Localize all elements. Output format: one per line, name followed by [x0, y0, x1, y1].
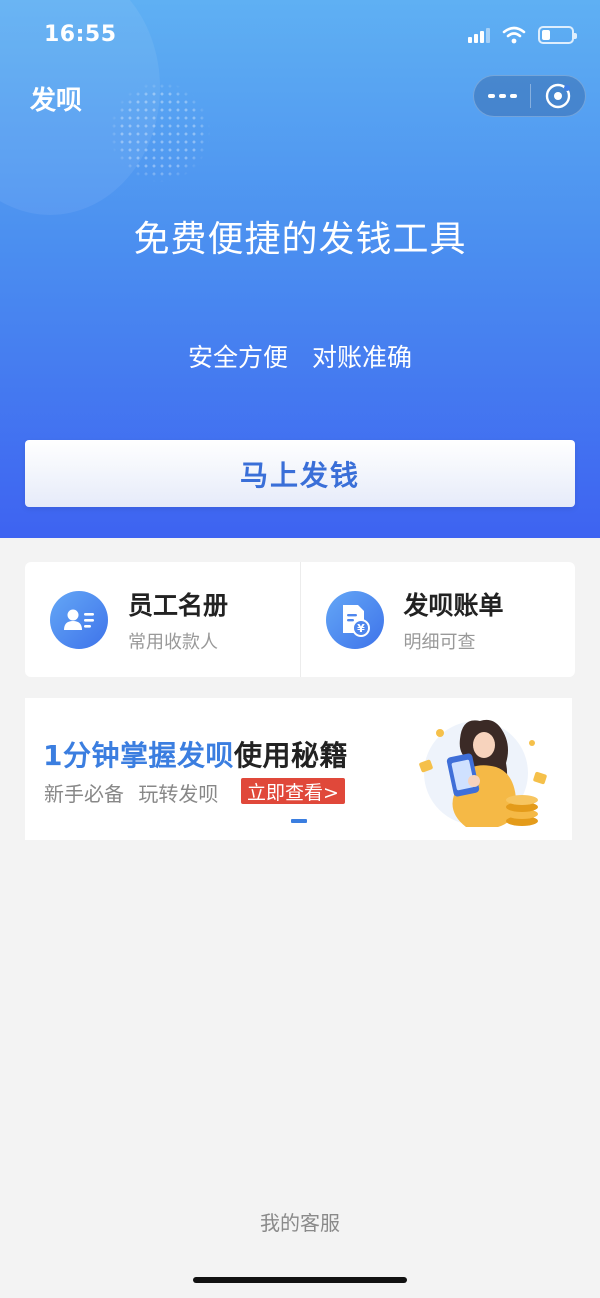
- hero-banner: 16:55 发呗 免费便捷的发钱工具 安全方便 对账准确 马上发钱: [0, 0, 600, 538]
- wifi-icon: [502, 26, 526, 44]
- feature-card: 员工名册 常用收款人 ¥ 发呗账单 明细可查: [25, 562, 575, 677]
- feature-title: 员工名册: [128, 590, 229, 620]
- feature-desc: 明细可查: [403, 631, 476, 653]
- miniprogram-capsule: [473, 75, 586, 117]
- hero-subtitle: 安全方便 对账准确: [188, 343, 412, 372]
- close-miniprogram-icon[interactable]: [531, 76, 585, 116]
- status-time: 16:55: [44, 22, 117, 47]
- feature-payout-bills[interactable]: ¥ 发呗账单 明细可查: [299, 562, 576, 677]
- more-icon[interactable]: [474, 76, 530, 116]
- tutorial-banner[interactable]: 1分钟掌握发呗使用秘籍 新手必备 玩转发呗 立即查看>: [25, 698, 572, 840]
- feature-title: 发呗账单: [403, 590, 504, 620]
- app-title: 发呗: [30, 86, 83, 116]
- home-indicator[interactable]: [193, 1277, 407, 1283]
- banner-title: 1分钟掌握发呗使用秘籍: [43, 734, 348, 774]
- woman-with-phone-illustration: [419, 719, 547, 827]
- battery-level: [542, 30, 551, 40]
- customer-service-link[interactable]: 我的客服: [0, 1207, 600, 1236]
- banner-subline: 新手必备 玩转发呗: [44, 782, 219, 806]
- bill-icon: ¥: [325, 590, 384, 649]
- battery-icon: [538, 26, 577, 44]
- status-icons: [468, 26, 577, 44]
- banner-title-rest: 使用秘籍: [233, 739, 348, 772]
- signal-icon: [468, 27, 490, 43]
- feature-employee-roster[interactable]: 员工名册 常用收款人: [25, 562, 300, 677]
- contacts-icon: [50, 590, 108, 649]
- svg-text:¥: ¥: [357, 622, 365, 635]
- send-money-button[interactable]: 马上发钱: [25, 440, 575, 507]
- decorative-dot-pattern: [110, 82, 210, 182]
- view-now-button[interactable]: 立即查看>: [241, 778, 345, 804]
- hero-headline: 免费便捷的发钱工具: [133, 219, 467, 260]
- carousel-indicator: [291, 819, 307, 823]
- banner-title-highlight: 1分钟掌握发呗: [43, 739, 234, 772]
- feature-desc: 常用收款人: [128, 631, 218, 653]
